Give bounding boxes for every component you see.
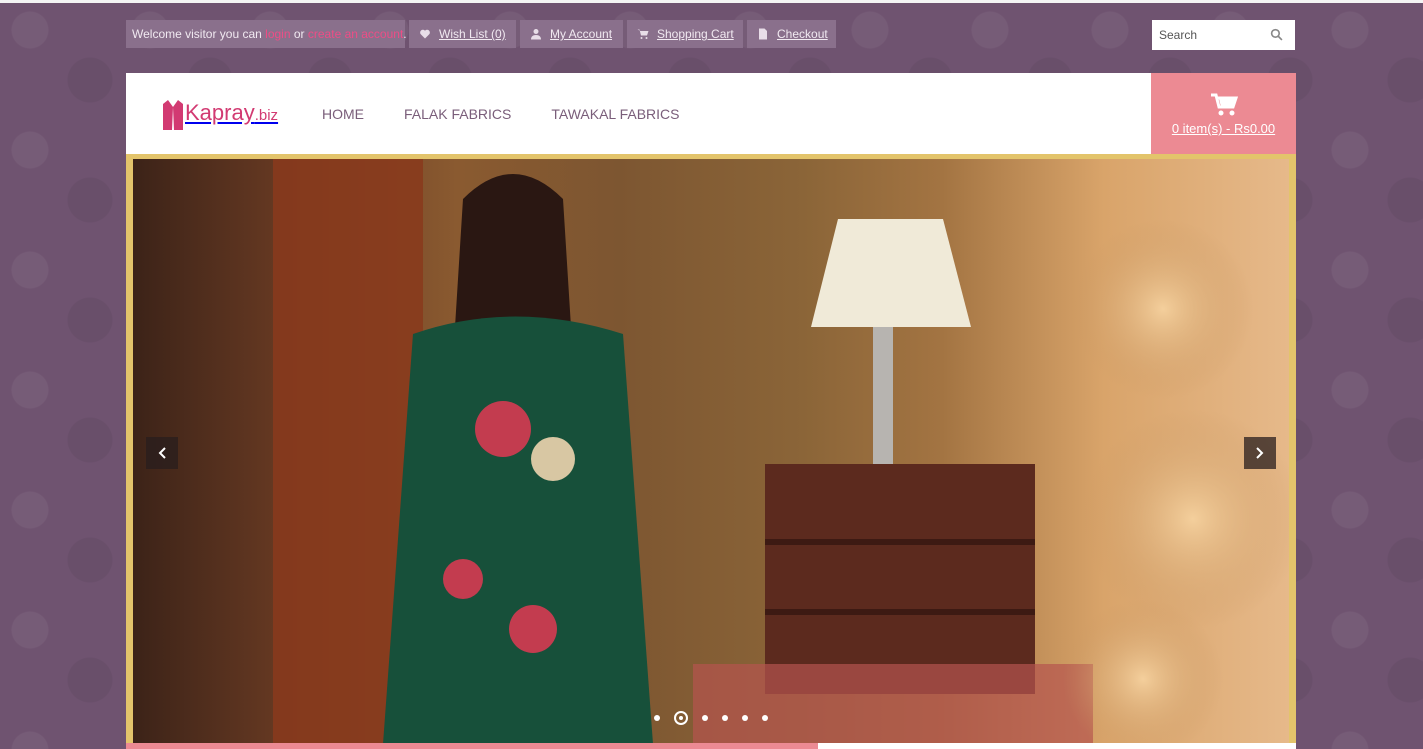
my-account-label: My Account: [550, 27, 613, 41]
checkout-link[interactable]: Checkout: [747, 20, 836, 48]
slider-dot[interactable]: [762, 715, 768, 721]
slider-next-button[interactable]: [1244, 437, 1276, 469]
welcome-suffix: .: [403, 27, 407, 41]
nav-tawakal-fabrics[interactable]: TAWAKAL FABRICS: [551, 106, 679, 122]
user-icon: [531, 29, 541, 40]
slider-dot[interactable]: [722, 715, 728, 721]
top-border: [0, 0, 1423, 3]
login-link[interactable]: login: [265, 27, 290, 41]
checkout-label: Checkout: [777, 27, 828, 41]
welcome-prefix: Welcome visitor you can: [132, 27, 262, 41]
welcome-or: or: [293, 27, 305, 41]
accent-strip-white: [818, 743, 1296, 749]
chevron-left-icon: [158, 447, 166, 459]
wish-list-label: Wish List (0): [439, 27, 506, 41]
slider-dot[interactable]: [654, 715, 660, 721]
accent-strip-pink: [126, 743, 818, 749]
search-box: [1152, 20, 1295, 50]
search-input[interactable]: [1152, 20, 1271, 50]
jacket-logo-icon: [163, 100, 183, 130]
wish-list-link[interactable]: Wish List (0): [409, 20, 516, 48]
document-icon: [759, 28, 767, 40]
shopping-cart-label: Shopping Cart: [657, 27, 734, 41]
heart-icon: [420, 29, 430, 39]
logo-text: Kapray.biz: [185, 98, 278, 131]
slider-pagination: [654, 711, 782, 725]
logo-name: Kapray: [185, 100, 255, 125]
hero-slider: [126, 154, 1296, 744]
logo-suffix: .biz: [254, 107, 279, 124]
main-nav: HOME FALAK FABRICS TAWAKAL FABRICS: [322, 73, 719, 154]
chevron-right-icon: [1256, 447, 1264, 459]
slider-dot[interactable]: [674, 711, 688, 725]
shopping-cart-link[interactable]: Shopping Cart: [627, 20, 743, 48]
site-header: Kapray.biz HOME FALAK FABRICS TAWAKAL FA…: [126, 73, 1296, 154]
slide-illustration: [273, 159, 1289, 744]
nav-falak-fabrics[interactable]: FALAK FABRICS: [404, 106, 511, 122]
slider-dot[interactable]: [702, 715, 708, 721]
create-account-link[interactable]: create an account: [308, 27, 403, 41]
cart-icon: [1210, 93, 1238, 116]
cart-icon: [637, 29, 649, 39]
header-cart-button[interactable]: 0 item(s) - Rs0.00: [1151, 73, 1296, 154]
slide-image: [133, 159, 1289, 744]
welcome-message: Welcome visitor you can login or create …: [126, 20, 407, 48]
nav-home[interactable]: HOME: [322, 106, 364, 122]
site-logo[interactable]: Kapray.biz: [162, 95, 278, 131]
slider-dot[interactable]: [742, 715, 748, 721]
search-icon[interactable]: [1270, 28, 1283, 41]
slider-prev-button[interactable]: [146, 437, 178, 469]
my-account-link[interactable]: My Account: [520, 20, 623, 48]
cart-summary: 0 item(s) - Rs0.00: [1171, 121, 1276, 136]
